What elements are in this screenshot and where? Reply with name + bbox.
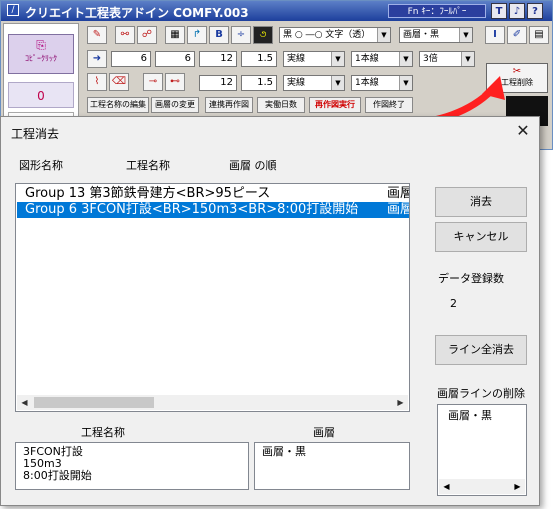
cancel-button[interactable]: キャンセル bbox=[435, 222, 527, 252]
scroll-left-icon[interactable]: ◀ bbox=[439, 479, 454, 494]
column-header-shape-name: 図形名称 bbox=[19, 159, 63, 172]
delete-button[interactable]: 消去 bbox=[435, 187, 527, 217]
layer-line-item[interactable]: 画層・黒 bbox=[448, 407, 492, 423]
detail-name-box: 3FCON打設 150m3 8:00打設開始 bbox=[15, 442, 249, 490]
detail-layer-value: 画層・黒 bbox=[262, 445, 306, 458]
process-delete-dialog: 工程消去 ✕ 図形名称 工程名称 画層 の順 Group 13 第3節鉄骨建方<… bbox=[0, 116, 540, 506]
detail-layer-label: 画層 bbox=[313, 426, 335, 439]
dialog-title: 工程消去 bbox=[11, 127, 60, 141]
horizontal-scrollbar[interactable]: ◀ ▶ bbox=[439, 479, 525, 494]
detail-name-label: 工程名称 bbox=[81, 426, 125, 439]
close-icon[interactable]: ✕ bbox=[509, 119, 537, 143]
scroll-right-icon[interactable]: ▶ bbox=[393, 395, 408, 410]
list-item-text: Group 13 第3節鉄骨建方<BR>95ピース bbox=[25, 186, 271, 201]
list-item[interactable]: Group 13 第3節鉄骨建方<BR>95ピース 画層 bbox=[17, 186, 409, 202]
column-header-process-name: 工程名称 bbox=[126, 159, 170, 172]
scroll-right-icon[interactable]: ▶ bbox=[510, 479, 525, 494]
record-count-label: データ登録数 bbox=[438, 272, 504, 285]
layer-line-listbox[interactable]: 画層・黒 ◀ ▶ bbox=[437, 404, 527, 496]
column-header-layer-order: 画層 の順 bbox=[229, 159, 277, 172]
scroll-thumb[interactable] bbox=[34, 397, 154, 408]
layer-line-delete-label: 画層ラインの削除 bbox=[437, 387, 525, 400]
scroll-left-icon[interactable]: ◀ bbox=[17, 395, 32, 410]
clear-all-lines-button[interactable]: ライン全消去 bbox=[435, 335, 527, 365]
horizontal-scrollbar[interactable]: ◀ ▶ bbox=[17, 395, 408, 410]
list-item-selected[interactable]: Group 6 3FCON打設<BR>150m3<BR>8:00打設開始 画層 bbox=[17, 202, 409, 218]
record-count-value: 2 bbox=[450, 297, 457, 310]
detail-name-line: 8:00打設開始 bbox=[23, 469, 92, 482]
list-item-text: Group 6 3FCON打設<BR>150m3<BR>8:00打設開始 bbox=[25, 202, 359, 217]
list-item-layer: 画層 bbox=[387, 202, 409, 217]
list-item-layer: 画層 bbox=[387, 186, 409, 201]
detail-layer-box: 画層・黒 bbox=[254, 442, 410, 490]
process-listbox[interactable]: Group 13 第3節鉄骨建方<BR>95ピース 画層 Group 6 3FC… bbox=[15, 183, 410, 412]
